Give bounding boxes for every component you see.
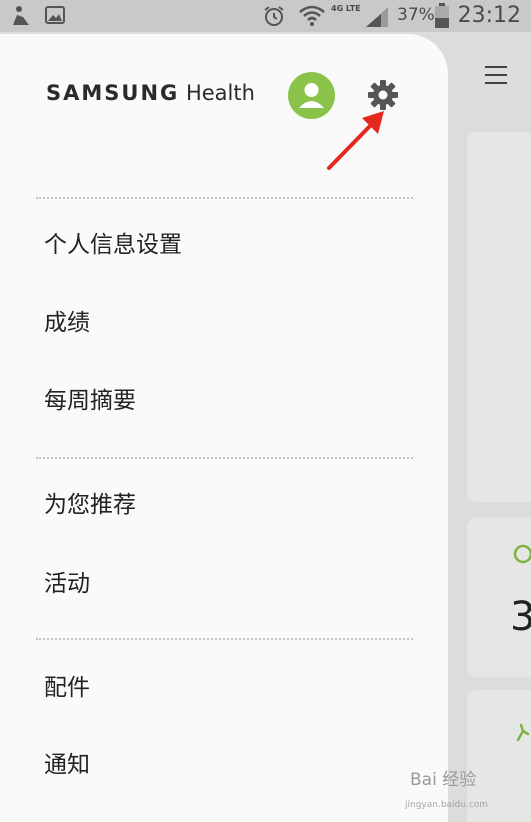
signal-icon: [366, 7, 388, 27]
menu-item-accessories[interactable]: 配件: [44, 668, 90, 702]
menu-item-recommended[interactable]: 为您推荐: [44, 485, 136, 519]
battery-icon: [435, 3, 449, 28]
red-pointer-arrow-annotation: [327, 111, 384, 170]
menu-item-achievements[interactable]: 成绩: [44, 303, 90, 337]
notification-app-icon: [13, 6, 29, 25]
background-card-number: 3: [510, 594, 531, 640]
section-divider: [36, 457, 413, 459]
background-card[interactable]: [467, 132, 531, 502]
baidu-watermark-url: jingyan.baidu.com: [405, 800, 489, 810]
battery-percent: 37%: [397, 5, 435, 25]
menu-item-profile-settings[interactable]: 个人信息设置: [44, 225, 182, 259]
menu-item-activities[interactable]: 活动: [44, 564, 90, 598]
network-type: 4G LTE: [331, 4, 361, 13]
alarm-icon: [264, 6, 284, 26]
running-icon: [516, 723, 530, 742]
section-divider: [36, 638, 413, 640]
brand-samsung: SAMSUNG: [46, 81, 180, 105]
clock-time: 23:12: [457, 3, 521, 28]
baidu-watermark: Bai 经验: [410, 770, 477, 790]
samsung-health-logo: SAMSUNG Health: [46, 81, 255, 105]
timer-icon: [513, 544, 531, 564]
section-divider: [36, 197, 413, 199]
status-bar: 4G LTE 37% 23:12: [0, 0, 531, 32]
menu-item-weekly-summary[interactable]: 每周摘要: [44, 381, 136, 415]
wifi-icon: [299, 5, 325, 26]
image-icon: [45, 6, 65, 24]
menu-item-notifications[interactable]: 通知: [44, 745, 90, 779]
brand-health: Health: [185, 81, 255, 105]
menu-icon[interactable]: [485, 66, 507, 86]
